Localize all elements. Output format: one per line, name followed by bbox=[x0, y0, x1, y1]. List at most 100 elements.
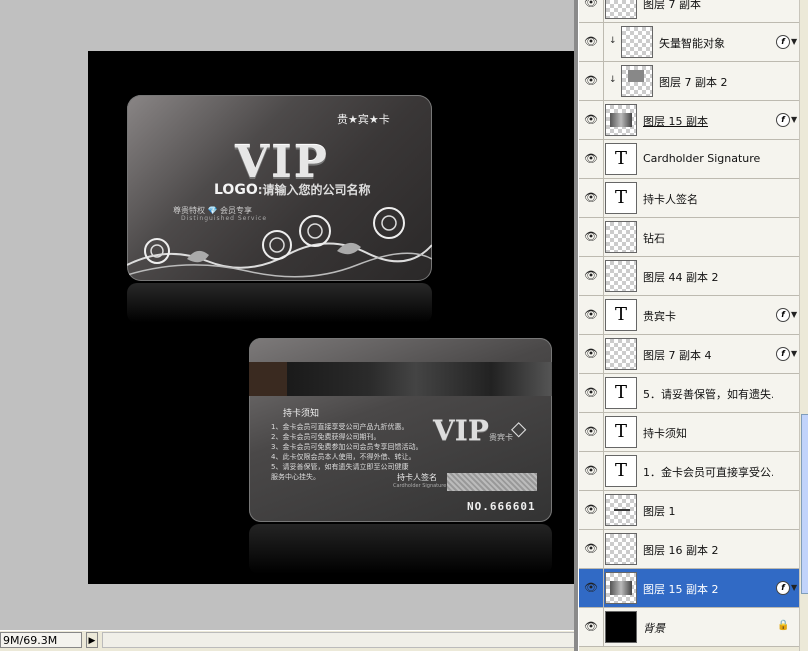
layer-effects-icon[interactable]: f bbox=[776, 35, 790, 49]
layer-name[interactable]: 图层 44 副本 2 bbox=[643, 269, 773, 285]
visibility-toggle[interactable]: 👁 bbox=[579, 374, 604, 412]
layer-thumbnail[interactable] bbox=[605, 533, 637, 565]
layer-name[interactable]: 钻石 bbox=[643, 230, 773, 246]
layer-name[interactable]: 图层 1 bbox=[643, 503, 773, 519]
layer-row[interactable]: 👁 背景 🔒 bbox=[579, 608, 799, 647]
eye-icon[interactable]: 👁 bbox=[583, 425, 599, 439]
visibility-toggle[interactable]: 👁 bbox=[579, 0, 604, 22]
text-layer-icon[interactable]: T bbox=[605, 377, 637, 409]
effects-expand-arrow-icon[interactable]: ▼ bbox=[791, 349, 797, 358]
eye-icon[interactable]: 👁 bbox=[583, 542, 599, 556]
layer-thumbnail[interactable] bbox=[605, 260, 637, 292]
layer-thumbnail[interactable] bbox=[605, 0, 637, 19]
visibility-toggle[interactable]: 👁 bbox=[579, 608, 604, 646]
layer-name[interactable]: 贵宾卡 bbox=[643, 308, 773, 324]
layer-thumbnail[interactable] bbox=[605, 338, 637, 370]
text-layer-icon[interactable]: T bbox=[605, 416, 637, 448]
layer-name[interactable]: 持卡须知 bbox=[643, 425, 773, 441]
visibility-toggle[interactable]: 👁 bbox=[579, 491, 604, 529]
visibility-toggle[interactable]: 👁 bbox=[579, 218, 604, 256]
layer-name[interactable]: 背景 bbox=[643, 620, 773, 636]
layer-name[interactable]: 图层 15 副本 bbox=[643, 113, 773, 129]
eye-icon[interactable]: 👁 bbox=[583, 74, 599, 88]
layer-name[interactable]: 持卡人签名 bbox=[643, 191, 773, 207]
eye-icon[interactable]: 👁 bbox=[583, 347, 599, 361]
layer-thumbnail[interactable] bbox=[605, 104, 637, 136]
visibility-toggle[interactable]: 👁 bbox=[579, 23, 604, 61]
layer-row[interactable]: 👁 T 持卡须知 bbox=[579, 413, 799, 452]
eye-icon[interactable]: 👁 bbox=[583, 35, 599, 49]
eye-icon[interactable]: 👁 bbox=[583, 269, 599, 283]
effects-expand-arrow-icon[interactable]: ▼ bbox=[791, 310, 797, 319]
layer-row[interactable]: 👁 T Cardholder Signature bbox=[579, 140, 799, 179]
layer-effects-icon[interactable]: f bbox=[776, 308, 790, 322]
eye-icon[interactable]: 👁 bbox=[583, 191, 599, 205]
layer-name[interactable]: 矢量智能对象 bbox=[659, 35, 775, 51]
text-layer-icon[interactable]: T bbox=[605, 299, 637, 331]
layer-name[interactable]: 图层 15 副本 2 bbox=[643, 581, 773, 597]
eye-icon[interactable]: 👁 bbox=[583, 113, 599, 127]
eye-icon[interactable]: 👁 bbox=[583, 308, 599, 322]
layer-row[interactable]: 👁 图层 15 副本 2 f ▼ bbox=[579, 569, 799, 608]
layer-thumbnail[interactable] bbox=[605, 494, 637, 526]
visibility-toggle[interactable]: 👁 bbox=[579, 452, 604, 490]
layers-scrollbar-thumb[interactable] bbox=[801, 414, 808, 594]
visibility-toggle[interactable]: 👁 bbox=[579, 101, 604, 139]
layer-effects-icon[interactable]: f bbox=[776, 347, 790, 361]
layer-name[interactable]: 图层 7 副本 4 bbox=[643, 347, 773, 363]
eye-icon[interactable]: 👁 bbox=[583, 230, 599, 244]
layer-name[interactable]: 图层 16 副本 2 bbox=[643, 542, 773, 558]
document-canvas[interactable]: 贵★宾★卡 VIP LOGO:请输入您的公司名称 尊贵特权 💎 会员专享 Dis… bbox=[88, 51, 574, 584]
visibility-toggle[interactable]: 👁 bbox=[579, 62, 604, 100]
text-layer-icon[interactable]: T bbox=[605, 455, 637, 487]
effects-expand-arrow-icon[interactable]: ▼ bbox=[791, 37, 797, 46]
layer-row[interactable]: 👁 T 5．请妥善保管，如有遗失... bbox=[579, 374, 799, 413]
layer-row[interactable]: 👁 图层 15 副本 f ▼ bbox=[579, 101, 799, 140]
horizontal-scrollbar[interactable] bbox=[102, 632, 576, 648]
layer-effects-icon[interactable]: f bbox=[776, 581, 790, 595]
visibility-toggle[interactable]: 👁 bbox=[579, 530, 604, 568]
layer-row[interactable]: 👁 图层 1 bbox=[579, 491, 799, 530]
layer-thumbnail[interactable] bbox=[621, 65, 653, 97]
layer-name[interactable]: 1．金卡会员可直接享受公... bbox=[643, 464, 773, 480]
effects-expand-arrow-icon[interactable]: ▼ bbox=[791, 583, 797, 592]
layer-row[interactable]: 👁 ↓ 矢量智能对象 f ▼ bbox=[579, 23, 799, 62]
text-layer-icon[interactable]: T bbox=[605, 143, 637, 175]
eye-icon[interactable]: 👁 bbox=[583, 620, 599, 634]
layer-row[interactable]: 👁 ↓ 图层 7 副本 2 bbox=[579, 62, 799, 101]
eye-icon[interactable]: 👁 bbox=[583, 386, 599, 400]
layer-name[interactable]: Cardholder Signature bbox=[643, 152, 773, 165]
visibility-toggle[interactable]: 👁 bbox=[579, 179, 604, 217]
layer-row[interactable]: 👁 T 持卡人签名 bbox=[579, 179, 799, 218]
layer-name[interactable]: 图层 7 副本 bbox=[643, 0, 773, 12]
layer-thumbnail[interactable] bbox=[621, 26, 653, 58]
effects-expand-arrow-icon[interactable]: ▼ bbox=[791, 115, 797, 124]
visibility-toggle[interactable]: 👁 bbox=[579, 335, 604, 373]
layer-thumbnail[interactable] bbox=[605, 221, 637, 253]
eye-icon[interactable]: 👁 bbox=[583, 464, 599, 478]
visibility-toggle[interactable]: 👁 bbox=[579, 413, 604, 451]
layer-row[interactable]: 👁 图层 44 副本 2 bbox=[579, 257, 799, 296]
layer-row[interactable]: 👁 T 1．金卡会员可直接享受公... bbox=[579, 452, 799, 491]
visibility-toggle[interactable]: 👁 bbox=[579, 140, 604, 178]
layer-row[interactable]: 👁 T 贵宾卡 f ▼ bbox=[579, 296, 799, 335]
layer-row[interactable]: 👁 图层 16 副本 2 bbox=[579, 530, 799, 569]
visibility-toggle[interactable]: 👁 bbox=[579, 569, 604, 607]
layer-effects-icon[interactable]: f bbox=[776, 113, 790, 127]
layer-row[interactable]: 👁 图层 7 副本 4 f ▼ bbox=[579, 335, 799, 374]
text-layer-icon[interactable]: T bbox=[605, 182, 637, 214]
layer-row[interactable]: 👁 图层 7 副本 bbox=[579, 0, 799, 23]
layer-row[interactable]: 👁 钻石 bbox=[579, 218, 799, 257]
layer-thumbnail[interactable] bbox=[605, 572, 637, 604]
layer-name[interactable]: 5．请妥善保管，如有遗失... bbox=[643, 386, 773, 402]
layer-name[interactable]: 图层 7 副本 2 bbox=[659, 74, 775, 90]
eye-icon[interactable]: 👁 bbox=[583, 0, 599, 10]
visibility-toggle[interactable]: 👁 bbox=[579, 257, 604, 295]
layer-thumbnail[interactable] bbox=[605, 611, 637, 643]
status-menu-arrow-icon[interactable]: ▶ bbox=[86, 632, 98, 648]
visibility-toggle[interactable]: 👁 bbox=[579, 296, 604, 334]
layers-scrollbar[interactable] bbox=[799, 0, 808, 651]
eye-icon[interactable]: 👁 bbox=[583, 152, 599, 166]
eye-icon[interactable]: 👁 bbox=[583, 581, 599, 595]
eye-icon[interactable]: 👁 bbox=[583, 503, 599, 517]
